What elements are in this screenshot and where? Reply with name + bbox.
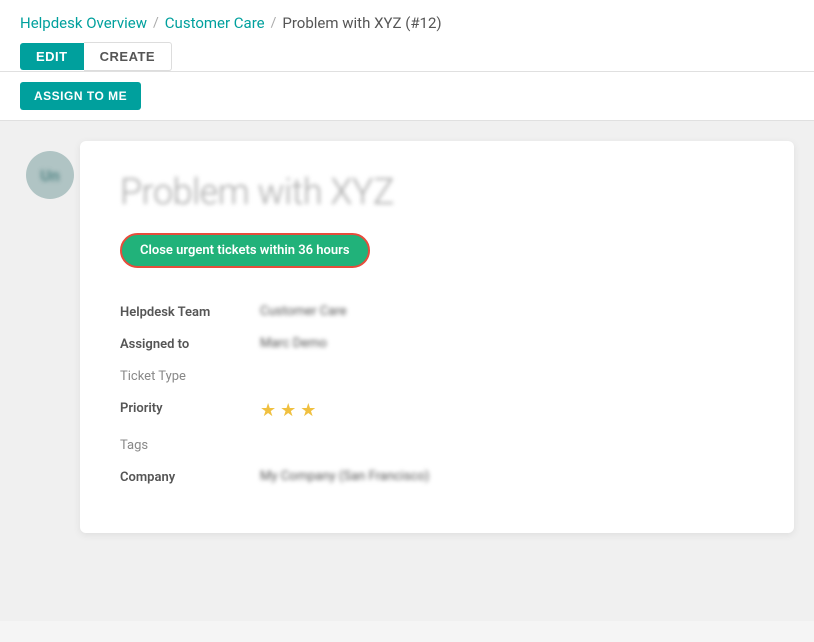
avatar: Un	[26, 151, 74, 199]
priority-stars: ★ ★ ★	[260, 400, 316, 421]
breadcrumb: Helpdesk Overview / Customer Care / Prob…	[20, 14, 794, 42]
avatar-initials: Un	[40, 166, 60, 185]
action-bar: ASSIGN TO ME	[0, 72, 814, 121]
sidebar-avatar-area: Un	[20, 141, 80, 533]
assigned-to-value: Marc Demo	[260, 336, 754, 351]
toolbar: EDIT CREATE	[20, 42, 794, 71]
star-3: ★	[300, 400, 316, 421]
company-row: Company My Company (San Francisco)	[120, 461, 754, 493]
ticket-title: Problem with XYZ	[120, 171, 754, 213]
ticket-fields: Helpdesk Team Customer Care Assigned to …	[120, 296, 754, 493]
priority-label: Priority	[120, 400, 260, 416]
star-2: ★	[280, 400, 296, 421]
tags-row: Tags	[120, 429, 754, 461]
page-background: Un Problem with XYZ Close urgent tickets…	[0, 121, 814, 621]
breadcrumb-sep-2: /	[271, 15, 277, 31]
helpdesk-team-row: Helpdesk Team Customer Care	[120, 296, 754, 328]
helpdesk-team-label: Helpdesk Team	[120, 304, 260, 320]
breadcrumb-customer-care[interactable]: Customer Care	[165, 14, 265, 32]
edit-button[interactable]: EDIT	[20, 43, 84, 70]
content-area: Un Problem with XYZ Close urgent tickets…	[0, 121, 814, 553]
tags-label: Tags	[120, 437, 260, 453]
ticket-card: Problem with XYZ Close urgent tickets wi…	[80, 141, 794, 533]
sla-badge[interactable]: Close urgent tickets within 36 hours	[120, 233, 370, 268]
assigned-to-row: Assigned to Marc Demo	[120, 328, 754, 360]
top-bar: Helpdesk Overview / Customer Care / Prob…	[0, 0, 814, 72]
breadcrumb-current: Problem with XYZ (#12)	[282, 14, 441, 32]
helpdesk-team-value: Customer Care	[260, 304, 754, 319]
star-1: ★	[260, 400, 276, 421]
breadcrumb-sep-1: /	[153, 15, 159, 31]
company-label: Company	[120, 469, 260, 485]
ticket-type-label: Ticket Type	[120, 368, 260, 384]
assigned-to-label: Assigned to	[120, 336, 260, 352]
priority-row: Priority ★ ★ ★	[120, 392, 754, 429]
assign-to-me-button[interactable]: ASSIGN TO ME	[20, 82, 141, 110]
ticket-type-row: Ticket Type	[120, 360, 754, 392]
breadcrumb-helpdesk[interactable]: Helpdesk Overview	[20, 14, 147, 32]
create-button[interactable]: CREATE	[84, 42, 172, 71]
company-value: My Company (San Francisco)	[260, 469, 754, 484]
